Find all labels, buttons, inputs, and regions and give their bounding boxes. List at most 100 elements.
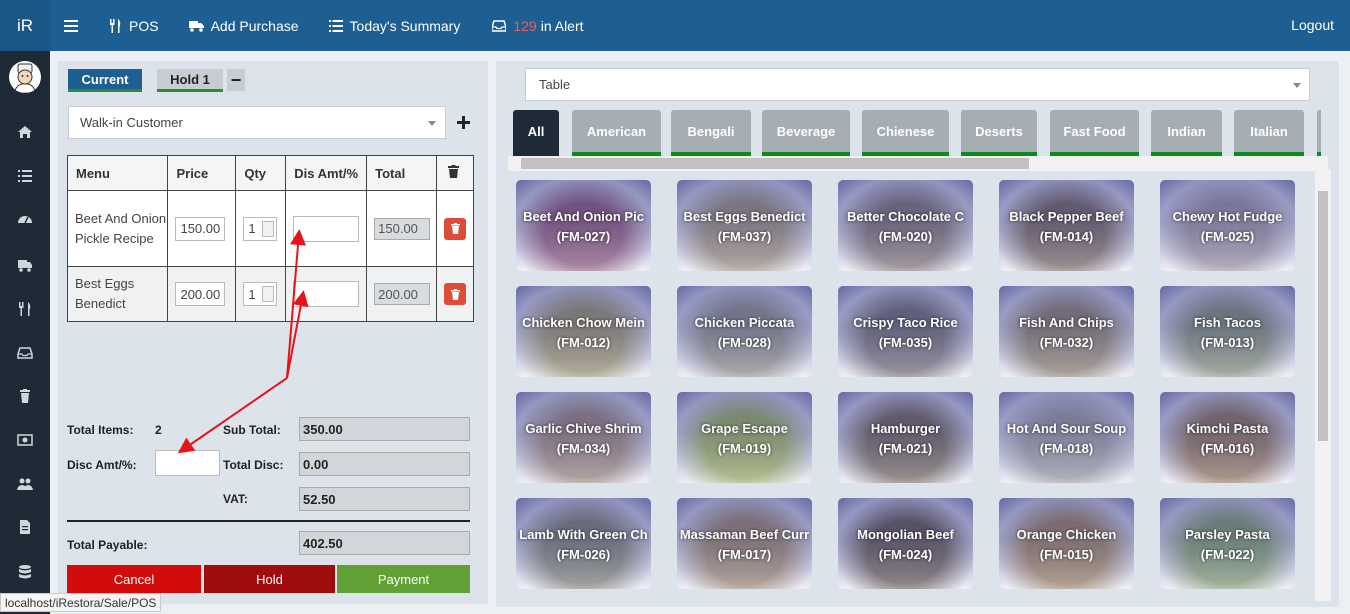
category-tab[interactable]: All: [513, 110, 559, 156]
nav-alert[interactable]: 129 in Alert: [492, 17, 584, 34]
row-total: 150.00: [374, 217, 431, 240]
menu-item-card[interactable]: Best Eggs Benedict (FM-037): [677, 180, 812, 271]
truck-icon[interactable]: [17, 257, 33, 273]
spin-arrows-icon[interactable]: [262, 220, 275, 237]
menu-item-card[interactable]: Hamburger (FM-021): [838, 392, 973, 483]
menu-toggle-button[interactable]: [64, 19, 85, 32]
category-tab[interactable]: Fast Food: [1050, 110, 1139, 156]
money-icon[interactable]: [17, 432, 33, 448]
home-icon[interactable]: [17, 124, 33, 140]
menu-item-code: (FM-018): [1039, 441, 1094, 456]
add-customer-button[interactable]: [457, 109, 470, 135]
hold-button[interactable]: Hold: [204, 565, 335, 593]
menu-item-card[interactable]: Chewy Hot Fudge (FM-025): [1160, 180, 1295, 271]
menu-item-card[interactable]: Garlic Chive Shrim (FM-034): [516, 392, 651, 483]
menu-item-card[interactable]: Kimchi Pasta (FM-016): [1160, 392, 1295, 483]
menu-item-card[interactable]: Chicken Piccata (FM-028): [677, 286, 812, 377]
database-icon[interactable]: [17, 564, 33, 580]
food-photo: [999, 498, 1134, 589]
menu-item-name: Fish And Chips: [1019, 315, 1114, 330]
avatar[interactable]: [9, 61, 41, 93]
menu-item-card[interactable]: Massaman Beef Curr (FM-017): [677, 498, 812, 589]
spin-arrows-icon[interactable]: [262, 286, 275, 302]
total-items-label: Total Items:: [67, 423, 134, 437]
category-tab[interactable]: Deserts: [961, 110, 1037, 156]
category-tabs: All American Bengali Beverage Chienese D…: [513, 110, 1321, 156]
file-icon[interactable]: [17, 519, 33, 535]
menu-item-card[interactable]: Parsley Pasta (FM-022): [1160, 498, 1295, 589]
menu-item-name: Grape Escape: [701, 421, 788, 436]
nav-pos[interactable]: POS: [109, 18, 159, 34]
menu-item-card[interactable]: Chicken Chow Mein (FM-012): [516, 286, 651, 377]
menu-item-card[interactable]: Beet And Onion Pic (FM-027): [516, 180, 651, 271]
discount-input[interactable]: [293, 215, 360, 242]
delete-row-button[interactable]: [444, 217, 467, 240]
cancel-button[interactable]: Cancel: [67, 565, 201, 593]
qty-stepper[interactable]: 1: [243, 216, 278, 241]
menu-scrollbar[interactable]: [1315, 169, 1331, 601]
logout-link[interactable]: Logout: [1291, 17, 1334, 33]
table-row: Best Eggs Benedict 200.00 1 200.00: [66, 266, 474, 322]
menu-item-card[interactable]: Black Pepper Beef (FM-014): [999, 180, 1134, 271]
menu-item-code: (FM-026): [556, 547, 611, 562]
dashboard-icon[interactable]: [17, 211, 33, 227]
menu-item-card[interactable]: Hot And Sour Soup (FM-018): [999, 392, 1134, 483]
total-payable-label: Total Payable:: [67, 538, 148, 552]
category-tab-overflow[interactable]: [1317, 110, 1321, 156]
menu-item-card[interactable]: Fish Tacos (FM-013): [1160, 286, 1295, 377]
customer-select[interactable]: Walk-in Customer: [68, 106, 446, 139]
price-input[interactable]: 150.00: [175, 216, 226, 241]
menu-item-card[interactable]: Lamb With Green Ch (FM-026): [516, 498, 651, 589]
menu-item-code: (FM-014): [1039, 229, 1094, 244]
remove-hold-button[interactable]: −: [227, 69, 245, 91]
menu-item-card[interactable]: Orange Chicken (FM-015): [999, 498, 1134, 589]
menu-item-code: (FM-012): [556, 335, 611, 350]
nav-todays-summary[interactable]: Today's Summary: [328, 18, 460, 34]
chevron-down-icon: [428, 121, 436, 126]
payment-button[interactable]: Payment: [337, 565, 470, 593]
sub-total-value: 350.00: [299, 417, 470, 441]
trash-icon[interactable]: [17, 388, 33, 404]
chevron-down-icon: [1293, 83, 1301, 88]
category-tab[interactable]: Chienese: [862, 110, 949, 156]
menu-item-card[interactable]: Crispy Taco Rice (FM-035): [838, 286, 973, 377]
truck-icon: [188, 20, 204, 32]
food-photo: [838, 498, 973, 589]
list-icon[interactable]: [17, 168, 33, 184]
food-photo: [677, 392, 812, 483]
table-row: Beet And Onion Pickle Recipe 150.00 1 15…: [66, 190, 474, 267]
category-scrollbar[interactable]: [508, 156, 1328, 171]
order-discount-input[interactable]: [155, 450, 220, 476]
price-input[interactable]: 200.00: [175, 282, 226, 306]
food-photo: [677, 286, 812, 377]
scrollbar-thumb[interactable]: [521, 158, 1029, 169]
app-logo[interactable]: iR: [0, 0, 50, 51]
menu-item-card[interactable]: Fish And Chips (FM-032): [999, 286, 1134, 377]
scrollbar-thumb[interactable]: [1318, 191, 1328, 441]
food-photo: [999, 180, 1134, 271]
qty-stepper[interactable]: 1: [243, 282, 278, 306]
category-tab[interactable]: Beverage: [762, 110, 850, 156]
menu-item-card[interactable]: Better Chocolate C (FM-020): [838, 180, 973, 271]
category-tab[interactable]: Italian: [1234, 110, 1304, 156]
users-icon[interactable]: [17, 476, 33, 492]
menu-item-card[interactable]: Grape Escape (FM-019): [677, 392, 812, 483]
menu-item-card[interactable]: Mongolian Beef (FM-024): [838, 498, 973, 589]
alert-count: 129: [513, 17, 537, 34]
table-select[interactable]: Table: [525, 68, 1310, 101]
discount-input[interactable]: [293, 281, 360, 307]
trash-icon: [448, 165, 460, 178]
cutlery-icon[interactable]: [17, 301, 33, 317]
inbox-icon[interactable]: [17, 345, 33, 361]
category-tab[interactable]: American: [572, 110, 661, 156]
delete-row-button[interactable]: [444, 283, 467, 305]
tab-hold-1[interactable]: Hold 1: [157, 69, 223, 92]
category-tab[interactable]: Bengali: [671, 110, 751, 156]
tab-current[interactable]: Current: [68, 69, 142, 92]
category-tab[interactable]: Indian: [1151, 110, 1222, 156]
browser-status-url: localhost/iRestora/Sale/POS: [0, 593, 162, 612]
nav-add-purchase[interactable]: Add Purchase: [188, 18, 299, 34]
top-nav: POS Add Purchase Today's Summary 129 in …: [64, 0, 614, 51]
menu-item-name: Fish Tacos: [1194, 315, 1261, 330]
top-navbar: iR POS Add Purchase Today's Summary 129 …: [0, 0, 1350, 51]
